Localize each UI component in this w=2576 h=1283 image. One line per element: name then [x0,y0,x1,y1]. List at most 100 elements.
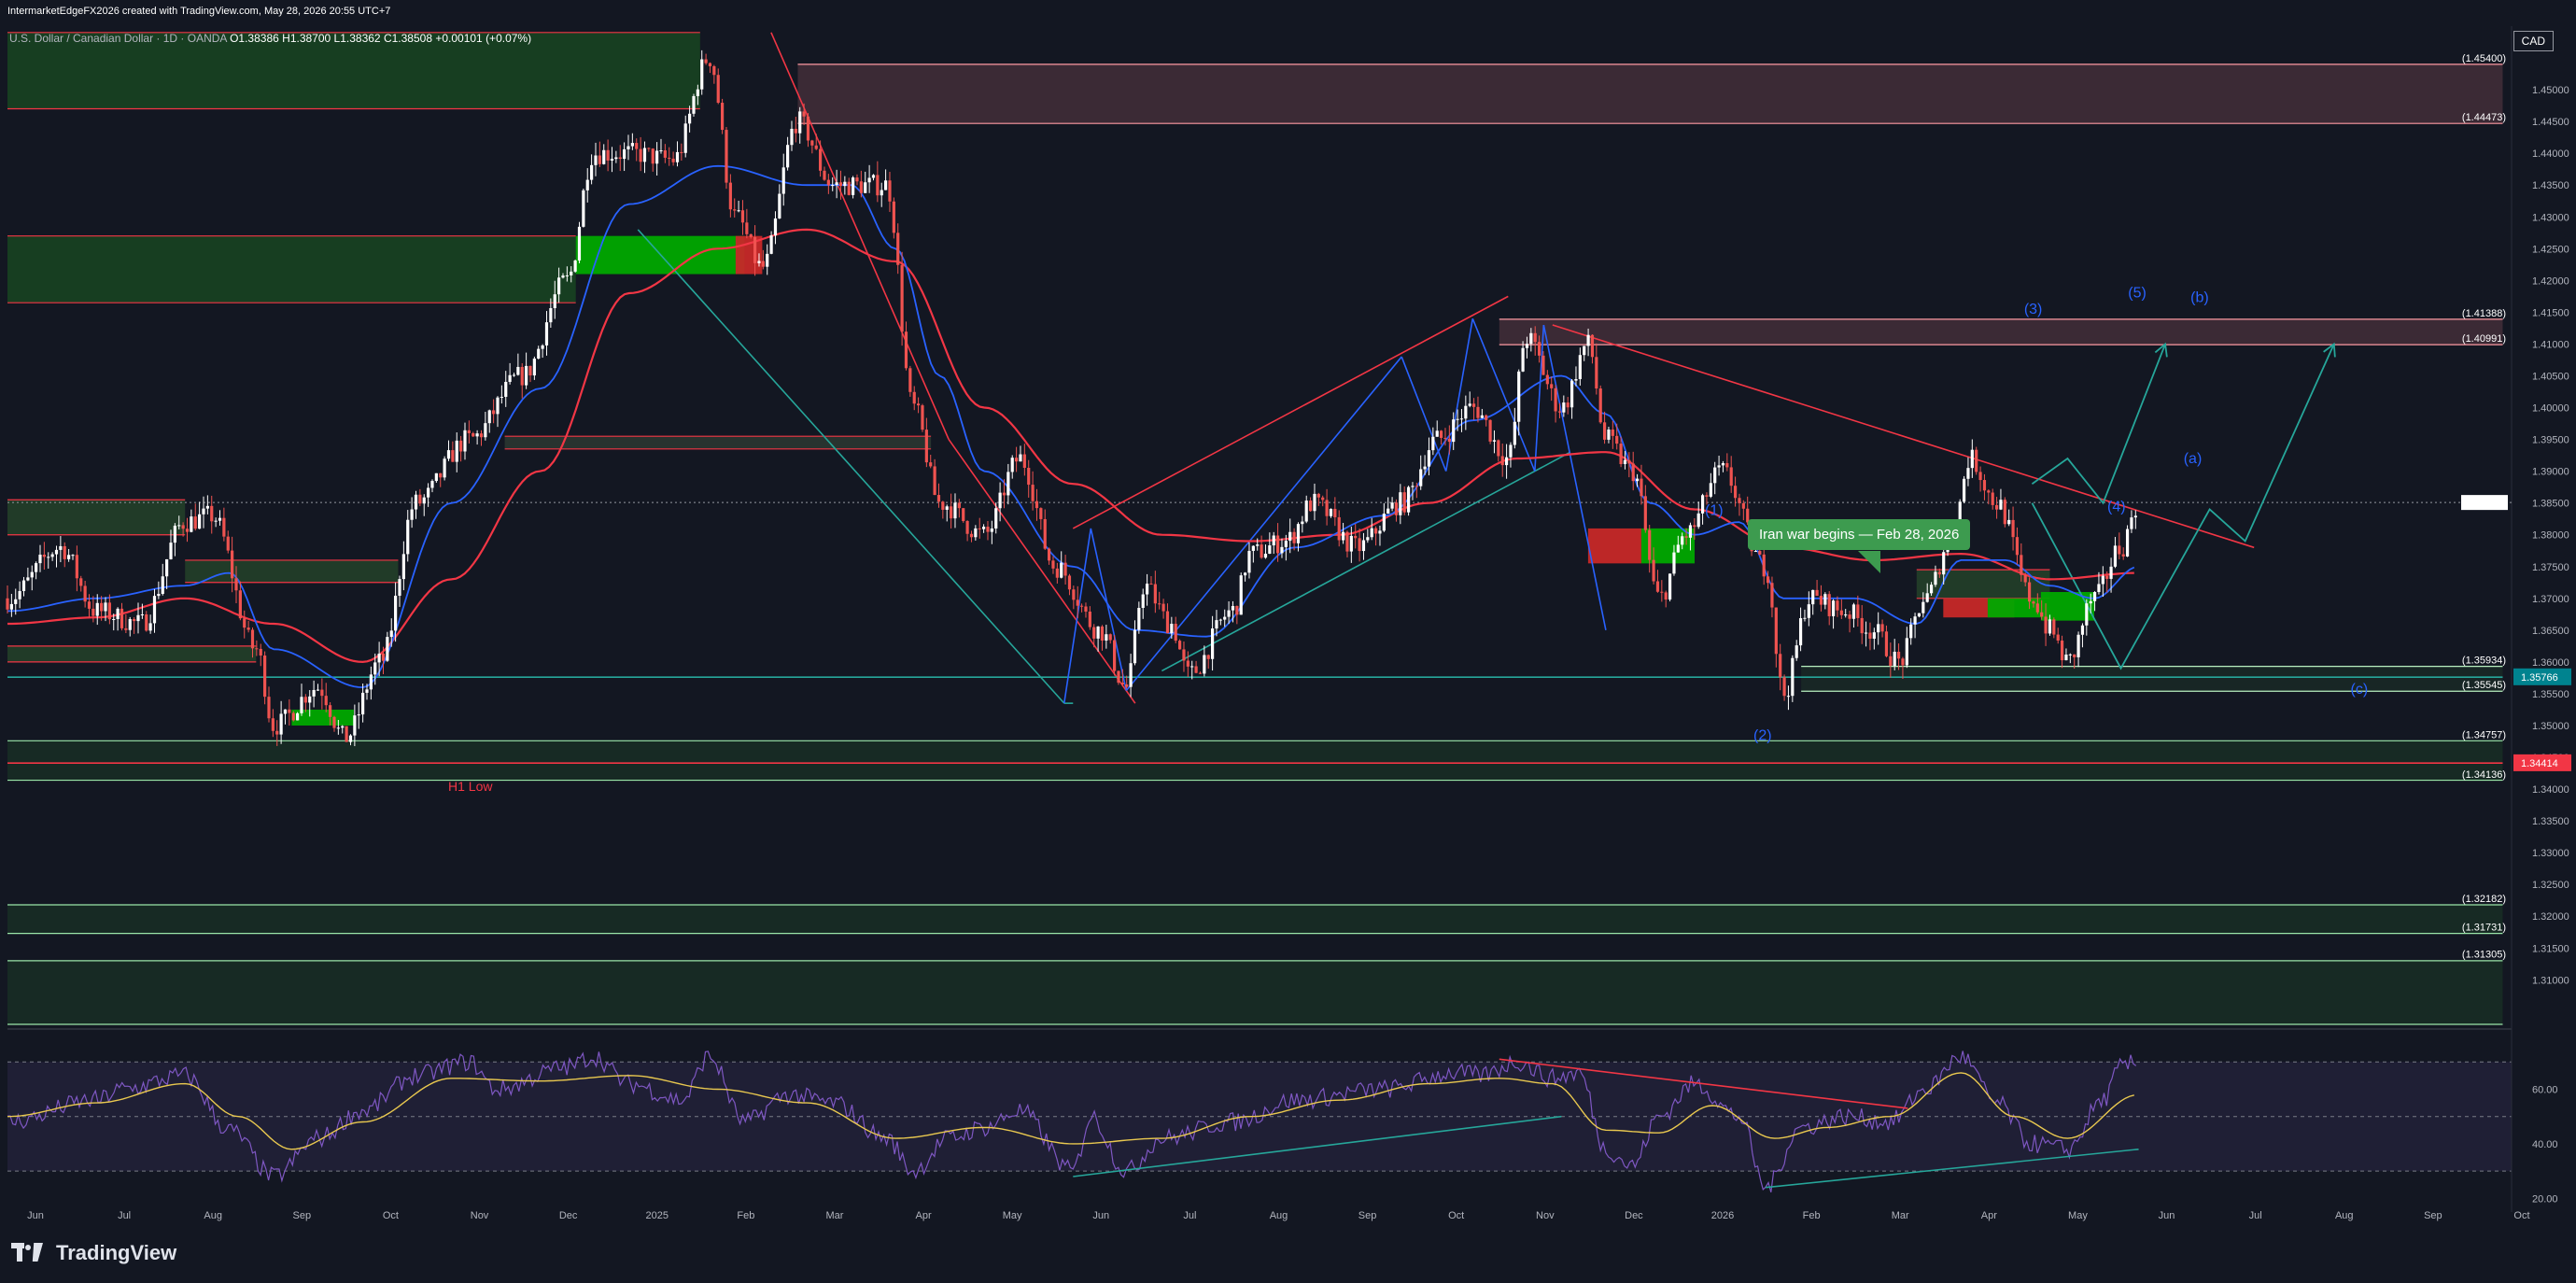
currency-badge[interactable]: CAD [2513,31,2554,51]
low-value: L1.38362 [333,32,381,45]
candle-body [1247,550,1251,573]
symbol-name[interactable]: U.S. Dollar / Canadian Dollar · 1D · OAN… [9,32,227,45]
candle-body [904,331,908,369]
candle-body [577,226,582,261]
candle-body [1423,466,1427,470]
price-tick-label: 1.34000 [2532,784,2569,796]
candle-body [434,472,438,482]
level-label: (1.32182) [2462,894,2506,905]
time-tick-label: Dec [1625,1210,1643,1221]
candle-body [124,627,128,630]
high-value: H1.38700 [282,32,331,45]
candle-body [1394,502,1399,515]
price-tick-label: 1.40500 [2532,371,2569,382]
wave-label: (2) [1753,728,1772,744]
candle-body [75,555,78,579]
candle-body [745,222,749,234]
wave-label: (a) [2184,451,2203,467]
candle-body [1721,463,1725,466]
candle-body [1811,589,1815,605]
candle-body [71,555,75,557]
level-label: (1.45400) [2462,53,2506,64]
candle-body [528,365,532,376]
candle-body [1370,528,1373,538]
level-label: (1.31305) [2462,950,2506,961]
candle-body [753,236,757,263]
candle-body [598,155,601,164]
candle-body [626,146,630,149]
candle-body [819,148,823,171]
candle-body [773,218,778,236]
candle-body [2109,566,2113,579]
candle-body [708,63,712,66]
candle-body [35,563,38,572]
candle-body [373,662,377,675]
candle-body [329,705,332,717]
candle-body [1779,654,1782,678]
candle-body [1387,508,1390,515]
candle-body [1513,421,1516,445]
candle-body [1583,345,1586,356]
price-axis[interactable]: 1.45000 1.44500 1.44000 1.43500 1.43000 1.425… [2461,53,2571,1205]
candle-body [2101,575,2104,585]
candle-body [663,150,667,158]
candle-body [255,648,259,650]
candle-body [439,472,443,478]
candle-body [214,520,218,522]
candle-body [1456,418,1459,420]
time-tick-label: Oct [2513,1210,2529,1221]
zone-rect [7,645,257,662]
candle-body [267,697,271,719]
candle-body [1627,459,1631,464]
candle-body [1452,419,1456,443]
candle-body [348,735,353,742]
candle-body [218,517,222,521]
chart-canvas[interactable]: (5) (b)(3)(1)(a)(4)(c)(2) 1.450001.445001… [0,0,2576,1283]
candle-body [630,143,634,147]
candle-body [406,519,410,555]
candle-body [1827,594,1831,616]
candle-body [1051,560,1055,569]
candle-body [1921,601,1925,613]
candle-body [1308,501,1313,512]
candle-body [128,619,132,630]
candle-body [602,149,606,164]
candle-body [1623,459,1627,465]
candle-body [590,164,594,180]
time-axis[interactable]: Jun Jul Aug Sep Oct Nov Dec 2025 Feb Mar Apr May Jun… [27,1210,2529,1221]
candle-body [2113,545,2118,567]
candle-body [1027,467,1031,486]
candle-body [864,182,867,193]
candle-body [21,580,26,591]
candle-body [1427,450,1431,467]
candle-body [165,558,169,577]
candle-body [2085,603,2089,626]
candle-body [1648,529,1652,560]
level-label: (1.35934) [2462,655,2506,666]
brand[interactable]: TradingView [11,1241,176,1265]
price-tick-label: 1.39500 [2532,435,2569,446]
candle-body [896,233,900,265]
candle-body [618,157,622,160]
candle-body [852,177,855,195]
candle-body [1937,571,1941,575]
change-value: +0.00101 (+0.07%) [435,32,532,45]
candle-body [1039,508,1043,519]
candle-body [936,495,941,502]
candle-body [386,637,389,661]
candle-body [475,433,479,437]
candle-body [1725,463,1729,468]
candle-body [716,75,720,104]
candle-body [1872,632,1876,639]
candle-body [288,709,291,713]
candle-body [332,716,336,728]
candle-body [18,590,21,599]
candle-body [320,689,324,697]
candle-body [1321,497,1325,501]
candle-body [1488,419,1492,442]
candle-body [1889,656,1893,666]
candle-body [1741,502,1745,509]
time-tick-label: Sep [293,1210,312,1221]
candle-body [67,555,71,559]
candle-body [1762,554,1766,577]
